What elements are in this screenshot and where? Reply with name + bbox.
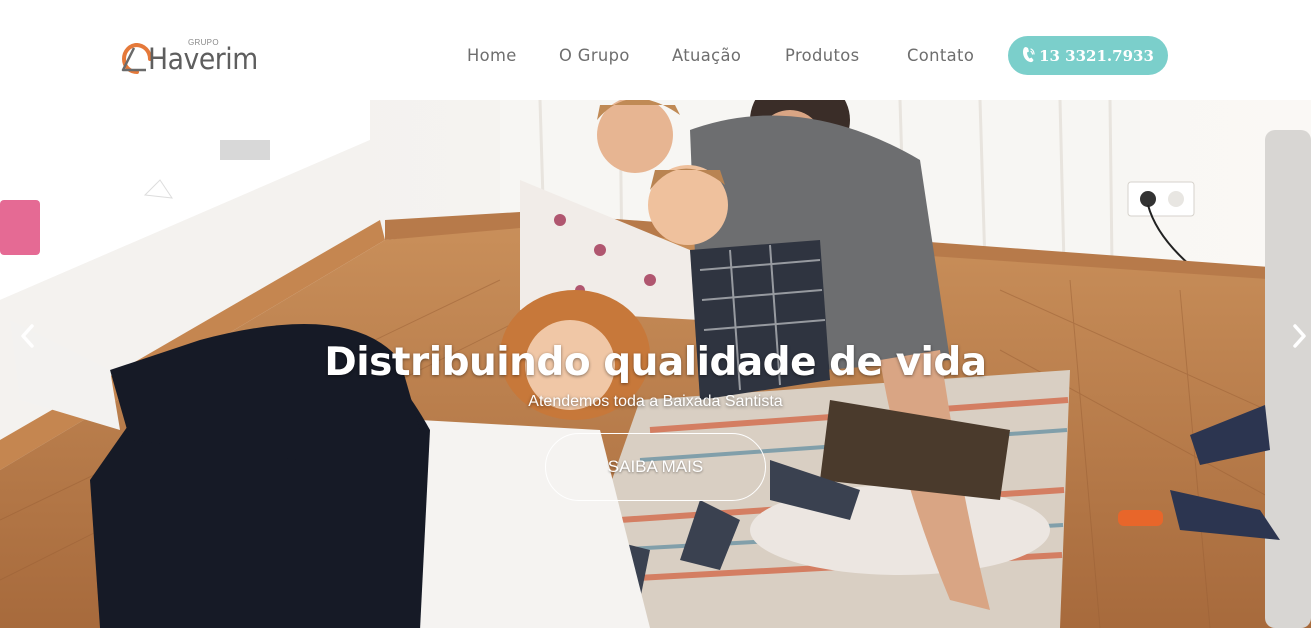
slider-next-button[interactable]	[1289, 322, 1311, 350]
nav-atuacao[interactable]: Atuação	[672, 46, 741, 66]
nav-produtos[interactable]: Produtos	[785, 46, 860, 66]
slider-prev-button[interactable]	[16, 322, 38, 350]
phone-button[interactable]: 13 3321.7933	[1008, 36, 1168, 75]
hero-slider: Distribuindo qualidade de vida Atendemos…	[0, 100, 1311, 628]
nav-o-grupo[interactable]: O Grupo	[559, 46, 630, 66]
phone-number: 13 3321.7933	[1039, 46, 1154, 65]
nav-contato[interactable]: Contato	[907, 46, 974, 66]
phone-icon	[1023, 47, 1035, 63]
chevron-left-icon	[21, 324, 34, 348]
nav-home[interactable]: Home	[467, 46, 517, 66]
site-header: GRUPO Haverim Home O Grupo Atuação Produ…	[0, 0, 1311, 100]
saiba-mais-button[interactable]: SAIBA MAIS	[545, 433, 766, 501]
haverim-logo[interactable]: GRUPO Haverim	[120, 36, 265, 76]
chevron-right-icon	[1293, 324, 1306, 348]
logo-brand-name: Haverim	[148, 42, 258, 76]
hero-subtitle: Atendemos toda a Baixada Santista	[528, 393, 783, 410]
hero-title: Distribuindo qualidade de vida	[324, 340, 987, 385]
